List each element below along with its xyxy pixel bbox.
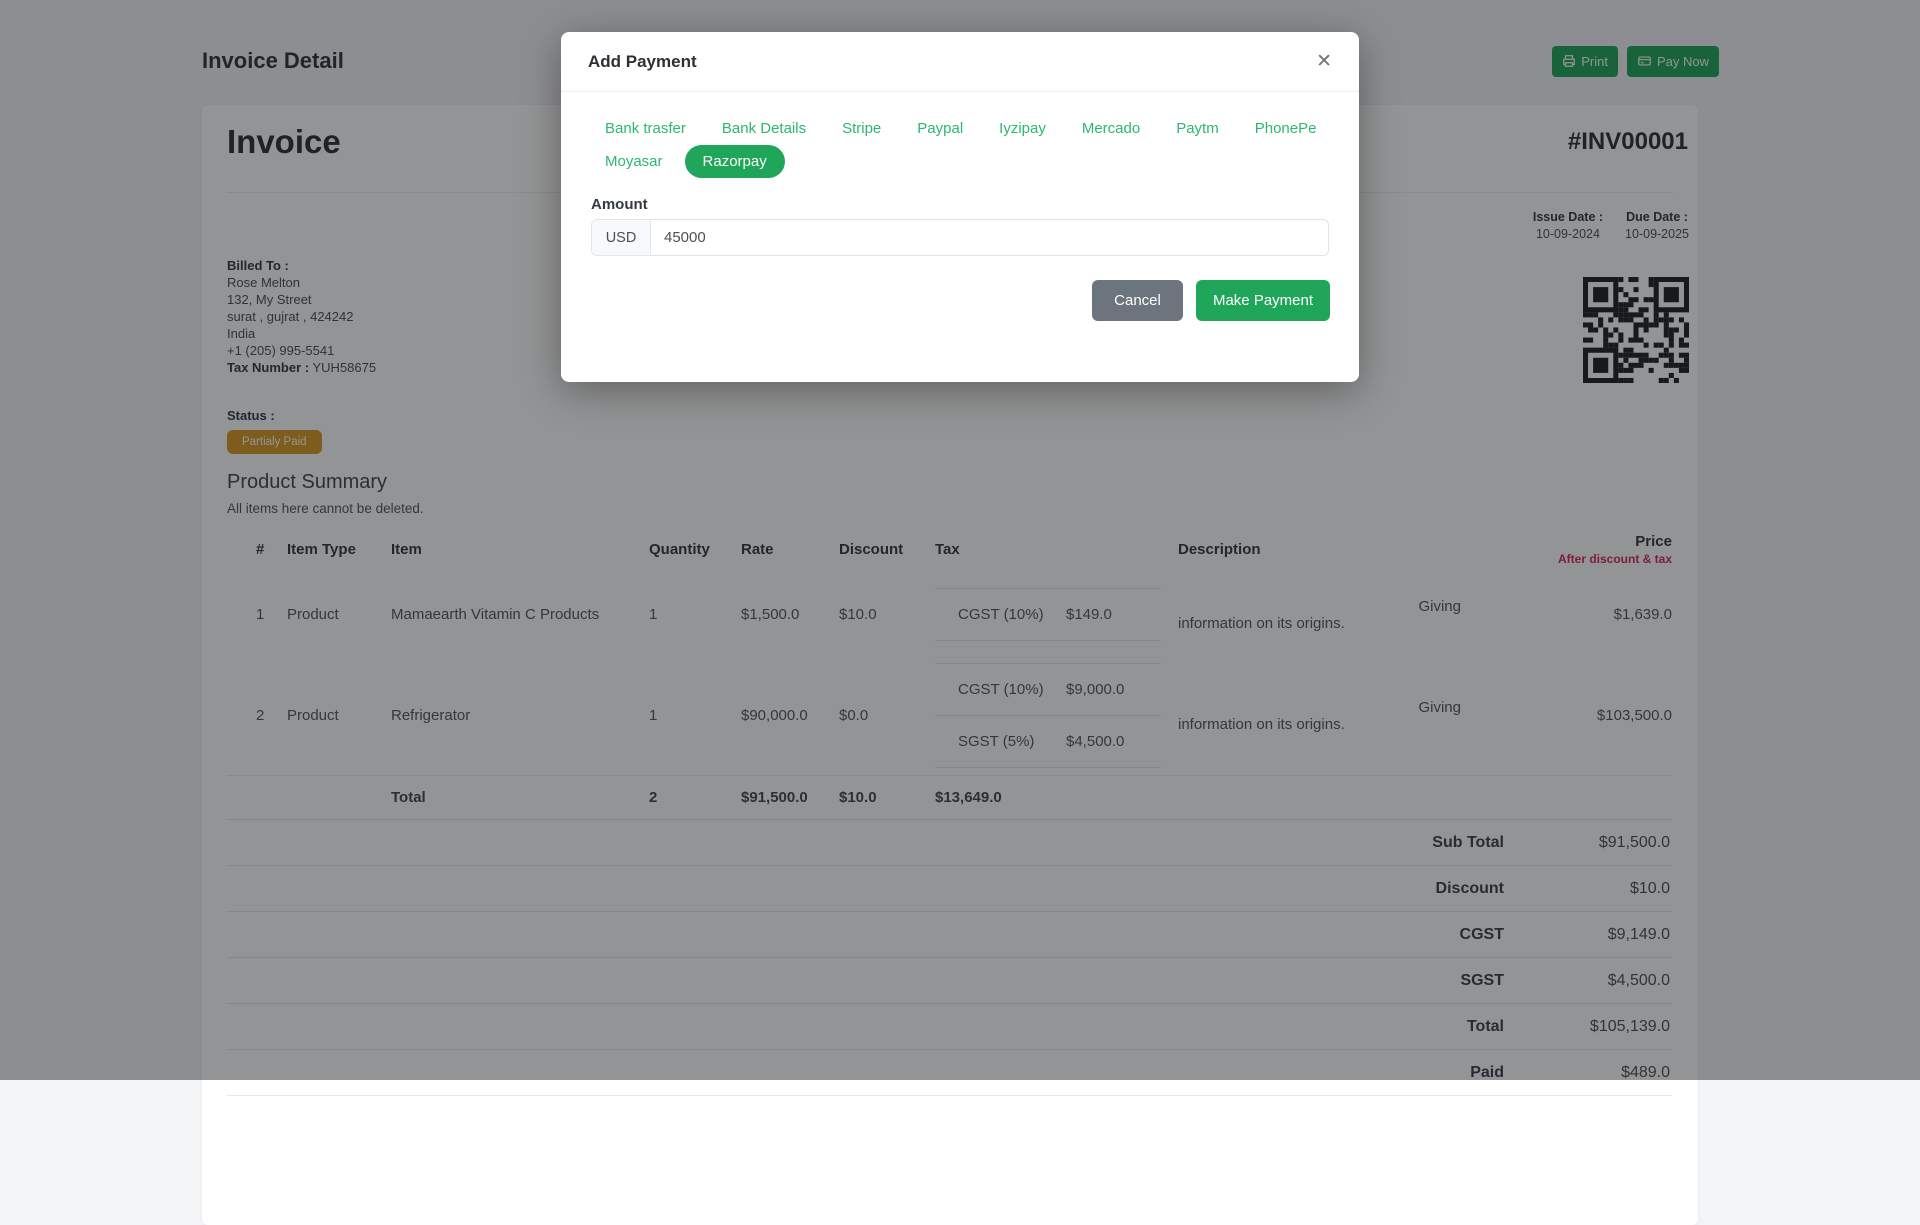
tab-moyasar[interactable]: Moyasar [591, 145, 677, 178]
tab-razorpay[interactable]: Razorpay [685, 145, 785, 178]
payment-tabs-row-1: Bank trasfer Bank Details Stripe Paypal … [591, 112, 1329, 145]
modal-footer: Cancel Make Payment [561, 280, 1359, 321]
tab-mercado[interactable]: Mercado [1068, 112, 1154, 145]
modal-title: Add Payment [588, 52, 697, 72]
tab-iyzipay[interactable]: Iyzipay [985, 112, 1060, 145]
tab-bank-trasfer[interactable]: Bank trasfer [591, 112, 700, 145]
tab-paytm[interactable]: Paytm [1162, 112, 1233, 145]
modal-body: Bank trasfer Bank Details Stripe Paypal … [561, 92, 1359, 256]
currency-addon: USD [591, 219, 651, 256]
tab-paypal[interactable]: Paypal [903, 112, 977, 145]
tab-bank-details[interactable]: Bank Details [708, 112, 820, 145]
modal-header: Add Payment ✕ [561, 32, 1359, 92]
tab-phonepe[interactable]: PhonePe [1241, 112, 1331, 145]
amount-input-group: USD [591, 219, 1329, 256]
amount-input[interactable] [651, 219, 1329, 256]
cancel-button[interactable]: Cancel [1092, 280, 1183, 321]
tab-stripe[interactable]: Stripe [828, 112, 895, 145]
add-payment-modal: Add Payment ✕ Bank trasfer Bank Details … [561, 32, 1359, 382]
payment-tabs-row-2: Moyasar Razorpay [591, 145, 1329, 178]
make-payment-button[interactable]: Make Payment [1196, 280, 1330, 321]
close-icon[interactable]: ✕ [1316, 52, 1332, 71]
amount-label: Amount [591, 196, 1329, 213]
